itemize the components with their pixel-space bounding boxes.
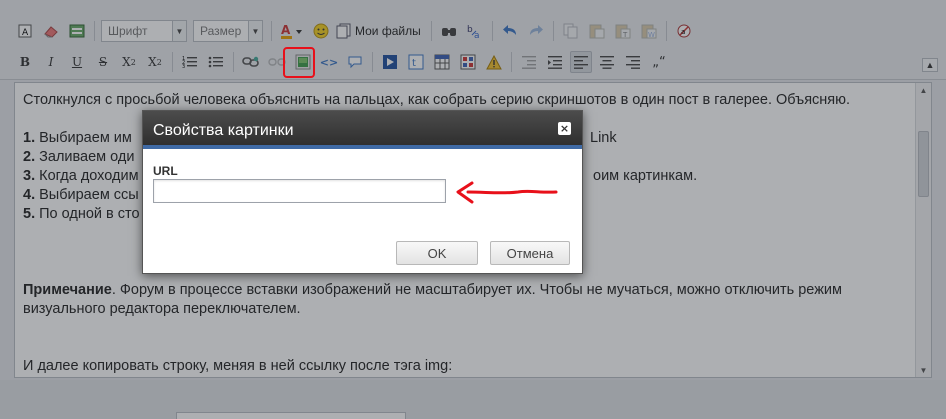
- close-icon[interactable]: ×: [558, 122, 571, 135]
- annotation-arrow-icon: [456, 181, 558, 204]
- url-label: URL: [153, 164, 178, 178]
- dialog-title: Свойства картинки: [153, 122, 294, 139]
- cancel-button[interactable]: Отмена: [490, 241, 570, 265]
- annotation-highlight-box: [283, 47, 315, 78]
- url-input[interactable]: [153, 179, 446, 203]
- dialog-title-bar: Свойства картинки ×: [143, 111, 582, 149]
- ok-button[interactable]: OK: [396, 241, 478, 265]
